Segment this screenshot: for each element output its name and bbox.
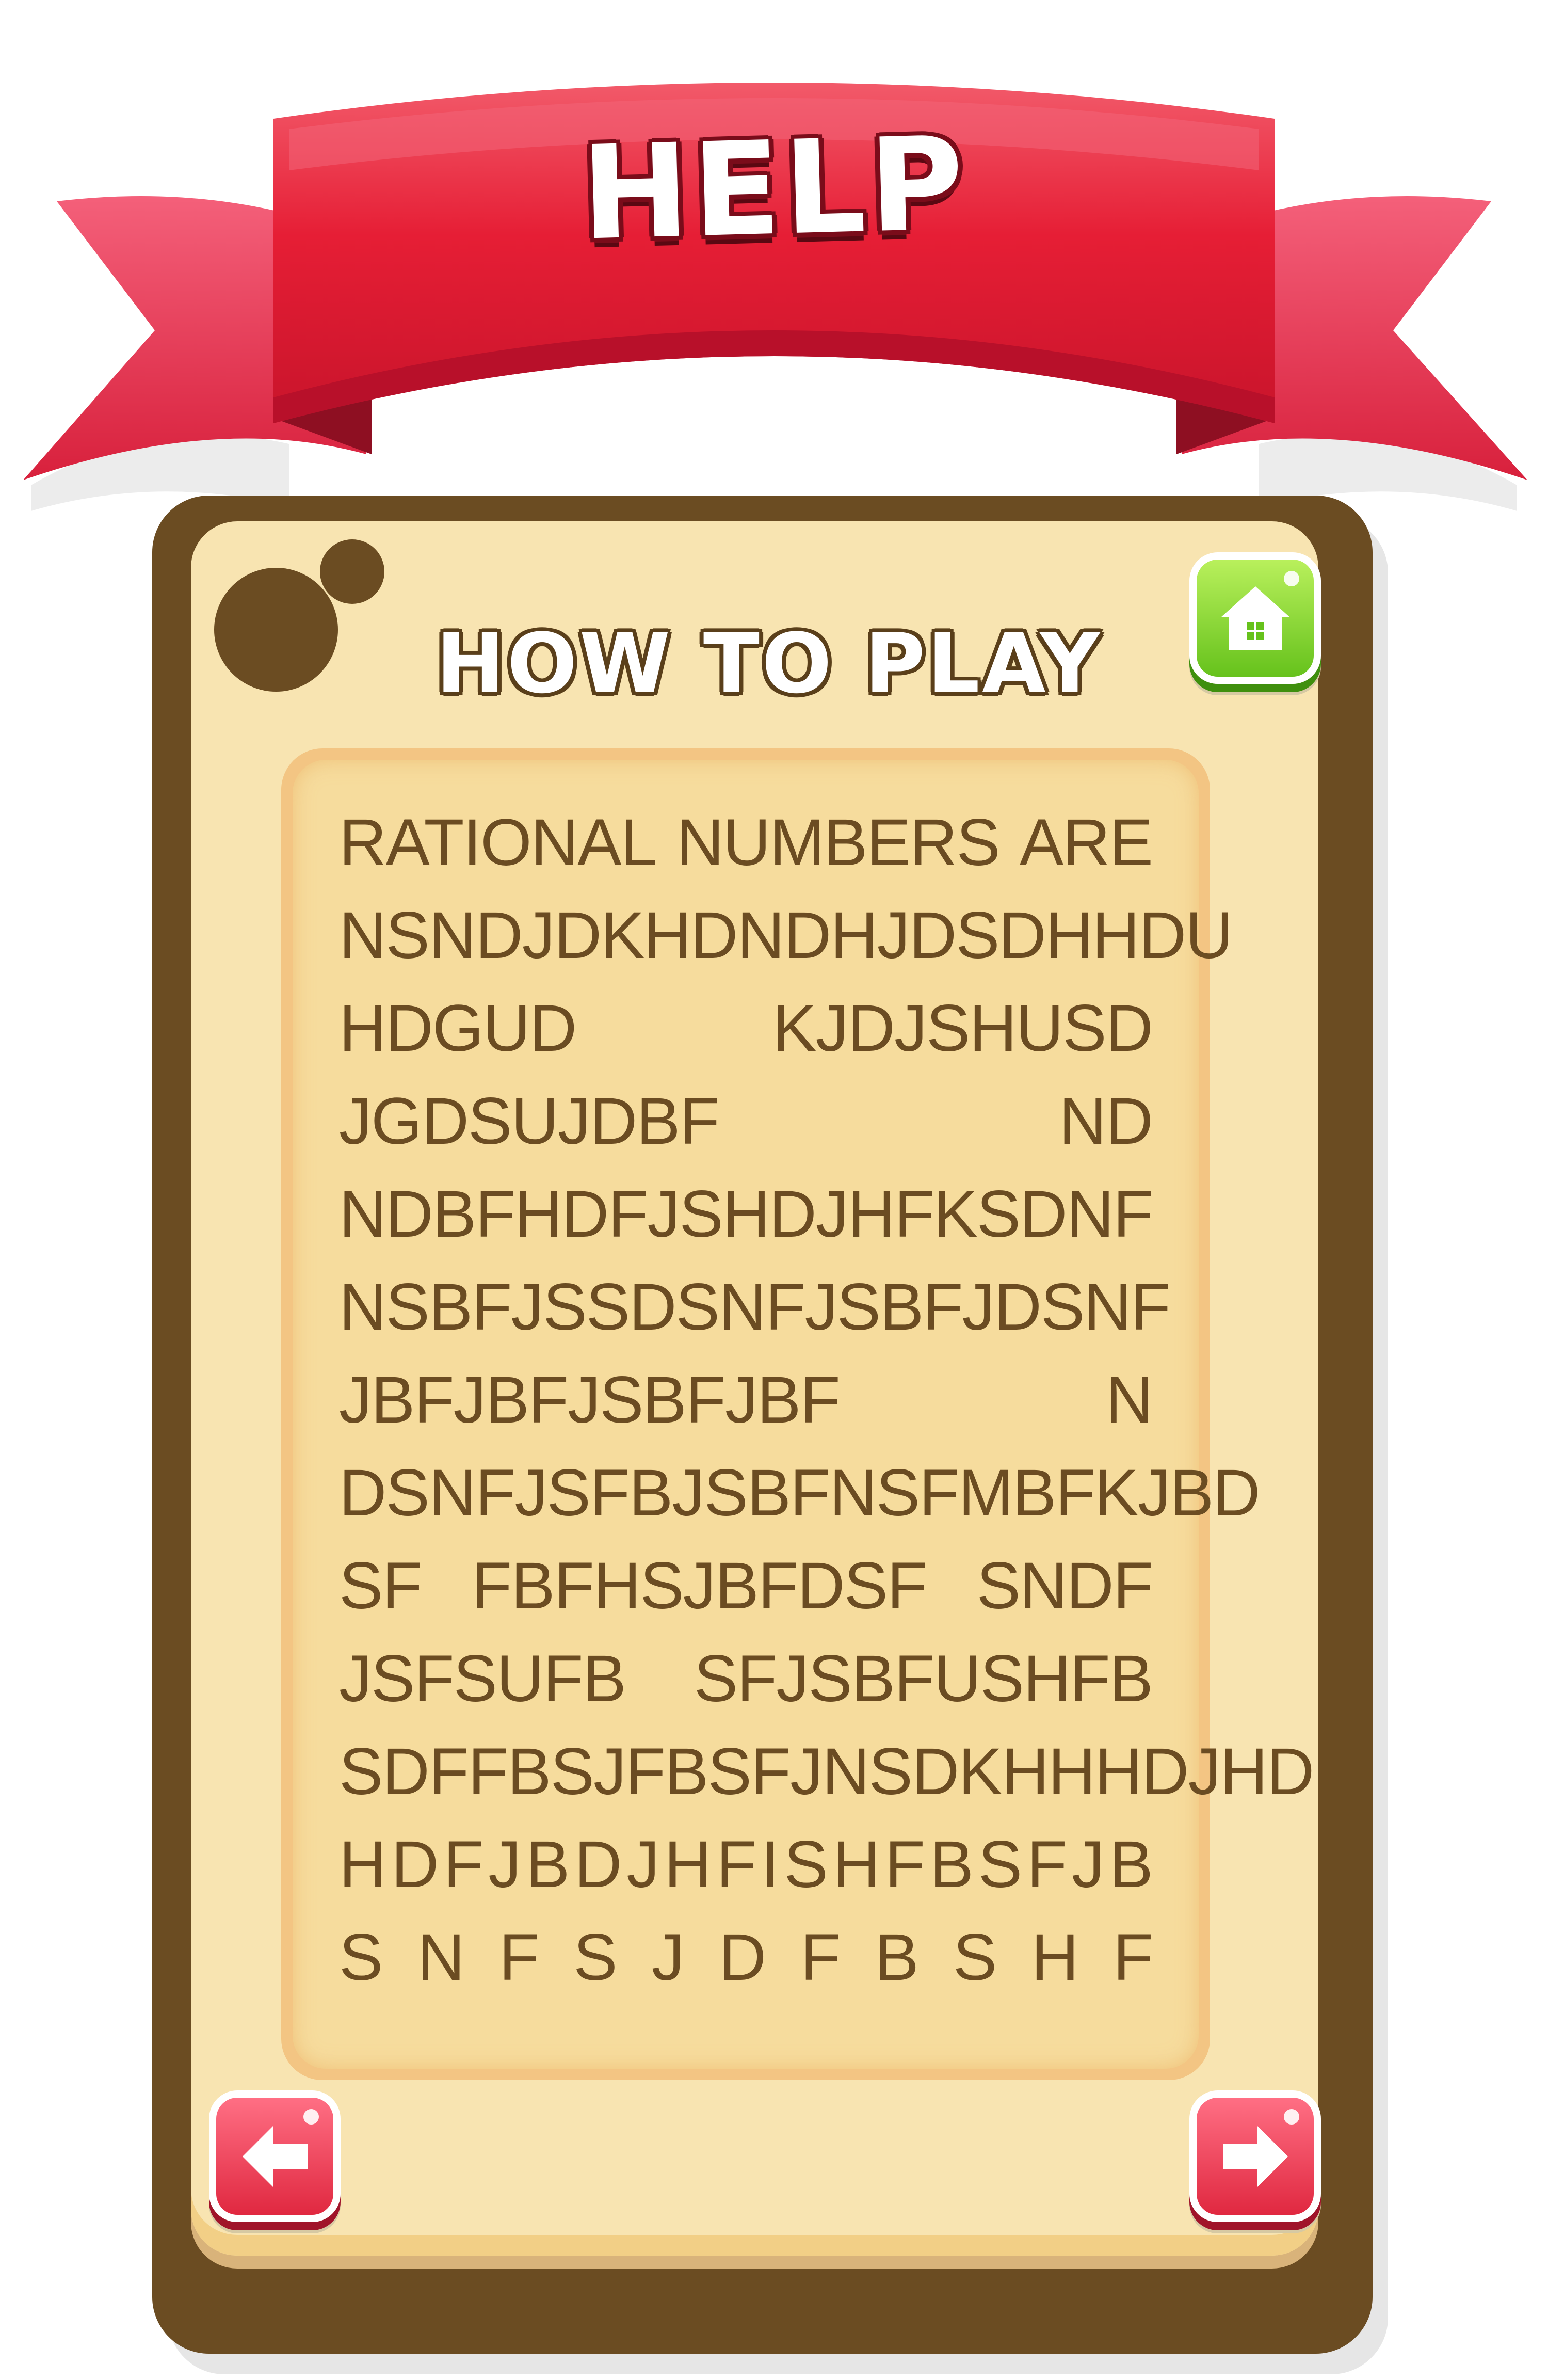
instruction-word: KJDJSHUSD [772, 991, 1153, 1065]
instruction-word: SNDF [976, 1548, 1153, 1623]
instruction-word: NSBFJSS [339, 1270, 630, 1344]
instruction-line: SF FBFHSJBFDSF SNDF [339, 1539, 1153, 1632]
instruction-word: SF [339, 1548, 423, 1623]
arrow-right-icon [1222, 2125, 1288, 2187]
instruction-line: JBFJBFJSBFJBF N [339, 1353, 1153, 1446]
instruction-line: JGDSUJDBF ND [339, 1075, 1153, 1168]
button-shine [1284, 571, 1299, 586]
instruction-word: F [1112, 1920, 1153, 1994]
arrow-left-icon [242, 2125, 308, 2187]
instruction-word: B [526, 1827, 570, 1902]
instruction-word: S [339, 1920, 383, 1994]
instruction-line: SNFSJDFBSHF [339, 1911, 1153, 2004]
instruction-word: J [1071, 1827, 1105, 1902]
instruction-word: NSDKHH [822, 1734, 1095, 1809]
instruction-word: SDFFBSJFBSFJ [339, 1734, 823, 1809]
instruction-line: NSBFJSS DSN FJSBFJD SNF [339, 1260, 1171, 1353]
instruction-word: NUMBERS [676, 805, 1001, 880]
instructions-box: RATIONAL NUMBERS ARE NSNDJDKHD NDHJD SDHHDU HD… [281, 748, 1314, 2080]
instruction-word: RATIONAL [339, 805, 657, 880]
instruction-word: DSN [629, 1270, 766, 1344]
instruction-line: HDFJBDJHFISHFBSFJB [339, 1818, 1153, 1911]
instruction-word: H [664, 1827, 712, 1902]
instruction-word: HDGUD [339, 991, 577, 1065]
instruction-line: RATIONAL NUMBERS ARE [339, 796, 1153, 889]
instruction-line: JSFSUFB SFJSBFUSHFB [339, 1632, 1153, 1725]
instruction-word: J [626, 1827, 659, 1902]
instruction-word: FJSBFJD [765, 1270, 1042, 1344]
button-shine [303, 2109, 319, 2125]
previous-button[interactable] [209, 2090, 341, 2222]
instruction-word: B [875, 1920, 918, 1994]
instruction-word: JBFJBFJSBFJBF [339, 1363, 841, 1437]
instruction-word: SFJSBFUSHFB [694, 1641, 1153, 1716]
instruction-word: H [339, 1827, 386, 1902]
instruction-word: NSNDJDKHD [339, 898, 738, 972]
instruction-word: ARE [1019, 805, 1153, 880]
instruction-word: SNF [1040, 1270, 1171, 1344]
instruction-line: SDFFBSJFBSFJ NSDKHH HDJHD [339, 1725, 1314, 1818]
help-frame: HOW TO PLAY RATIONAL NUMBERS ARE NSNDJDKHD N… [152, 496, 1373, 2354]
instruction-word: J [651, 1920, 685, 1994]
instruction-word: S [573, 1920, 617, 1994]
home-icon [1220, 586, 1290, 650]
instruction-word: NDBFHDFJSHDJHFK [339, 1177, 978, 1251]
instruction-word: D [718, 1920, 766, 1994]
instruction-word: F [716, 1827, 756, 1902]
instruction-word: B [929, 1827, 974, 1902]
instruction-word: F [1026, 1827, 1067, 1902]
instruction-word: JGDSUJDBF [339, 1084, 720, 1158]
instruction-word: JSFSUFB [339, 1641, 626, 1716]
instruction-word: J [488, 1827, 521, 1902]
instruction-word: H [832, 1827, 880, 1902]
instruction-line: NDBFHDFJSHDJHFK SDNF [339, 1168, 1153, 1260]
instruction-word: NSFMB [829, 1456, 1056, 1530]
instruction-word: SDHHDU [956, 898, 1233, 972]
instruction-word: H [1031, 1920, 1078, 1994]
instruction-word: FBFHSJBFDSF [472, 1548, 927, 1623]
instructions-text: RATIONAL NUMBERS ARE NSNDJDKHD NDHJD SDHHDU HD… [293, 760, 1314, 2069]
home-button[interactable] [1189, 552, 1321, 684]
instruction-line: HDGUD KJDJSHUSD [339, 982, 1153, 1075]
instruction-word: FKJBD [1055, 1456, 1260, 1530]
instruction-word: N [417, 1920, 464, 1994]
help-title: HELP [579, 108, 969, 269]
button-shine [1284, 2109, 1299, 2125]
decorative-dot-small [320, 539, 384, 604]
instruction-word: I [761, 1827, 780, 1902]
instruction-word: SDNF [976, 1177, 1153, 1251]
instruction-word: D [391, 1827, 439, 1902]
instruction-word: S [953, 1920, 997, 1994]
instruction-word: F [800, 1920, 841, 1994]
instruction-line: NSNDJDKHD NDHJD SDHHDU [339, 889, 1233, 982]
instruction-word: F [498, 1920, 539, 1994]
instruction-word: N [1105, 1363, 1153, 1437]
instruction-word: S [784, 1827, 828, 1902]
instruction-word: ND [1059, 1084, 1153, 1158]
instruction-line: DSNFJSFBJSBF NSFMB FKJBD [339, 1446, 1261, 1539]
next-button[interactable] [1189, 2090, 1321, 2222]
instruction-word: S [978, 1827, 1022, 1902]
instruction-word: D [574, 1827, 622, 1902]
decorative-dot-large [214, 568, 338, 692]
instruction-word: F [884, 1827, 925, 1902]
instruction-word: DSNFJSFBJSBF [339, 1456, 830, 1530]
help-panel: HOW TO PLAY RATIONAL NUMBERS ARE NSNDJDKHD N… [191, 521, 1321, 2256]
instruction-word: HDJHD [1094, 1734, 1315, 1809]
instruction-word: B [1109, 1827, 1153, 1902]
how-to-play-title: HOW TO PLAY [436, 615, 1102, 712]
instruction-word: F [443, 1827, 483, 1902]
instruction-word: NDHJD [737, 898, 957, 972]
